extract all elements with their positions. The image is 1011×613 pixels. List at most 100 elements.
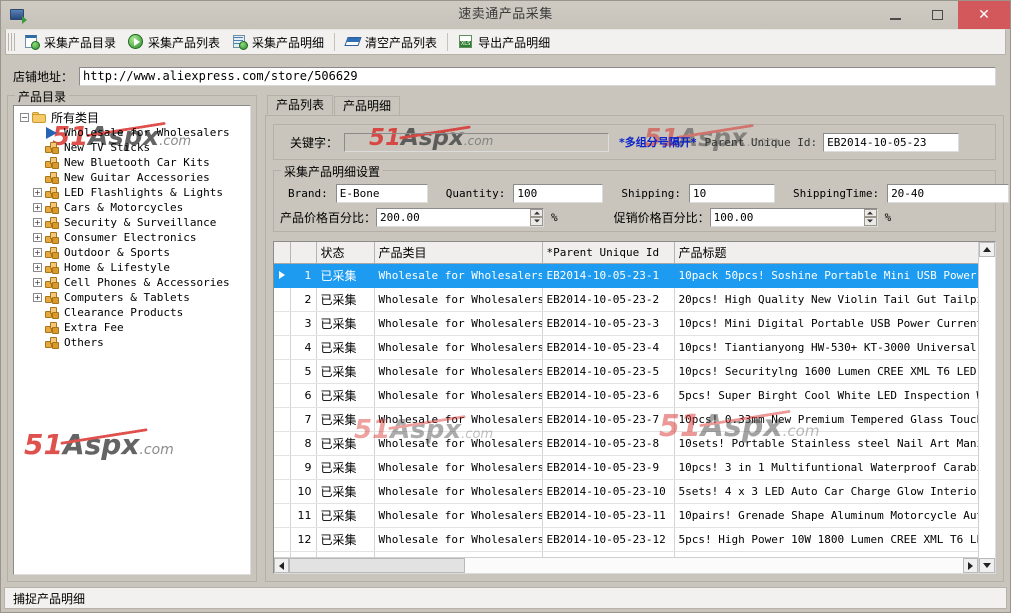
scroll-up-button[interactable] <box>979 242 995 257</box>
grid-horizontal-scrollbar[interactable] <box>274 557 978 573</box>
col-header-rownum[interactable] <box>290 242 316 264</box>
expander-toggle-icon[interactable]: + <box>33 188 42 197</box>
close-button[interactable]: ✕ <box>958 1 1010 29</box>
promo-percent-spin-buttons[interactable] <box>864 209 877 226</box>
clear-list-button[interactable]: 清空产品列表 <box>339 31 443 53</box>
tree-item-clearance-products[interactable]: Clearance Products <box>16 305 248 320</box>
tree-item-security-surveillance[interactable]: + Security & Surveillance <box>16 215 248 230</box>
store-url-input[interactable] <box>79 67 996 86</box>
cell-category: Wholesale for Wholesalers <box>374 288 542 312</box>
vertical-scroll-track[interactable] <box>979 257 995 558</box>
shipping-time-input[interactable] <box>887 184 1009 203</box>
minimize-button[interactable] <box>874 1 916 29</box>
scroll-down-button[interactable] <box>979 558 995 573</box>
cell-rownum: 13 <box>290 552 316 558</box>
table-row[interactable]: 7 已采集 Wholesale for Wholesalers EB2014-1… <box>274 408 978 432</box>
table-row[interactable]: 1 已采集 Wholesale for Wholesalers EB2014-1… <box>274 264 978 288</box>
maximize-button[interactable] <box>916 1 958 29</box>
main-content: 产品目录 51Aspx.com 51Aspx.com − 所有类目 <box>1 91 1010 583</box>
tree-item-new-tv-sticks[interactable]: New TV Sticks <box>16 140 248 155</box>
spin-up-icon[interactable] <box>530 209 543 218</box>
col-header-parent-unique-id[interactable]: *Parent Unique Id <box>542 242 674 264</box>
tree-item-consumer-electronics[interactable]: + Consumer Electronics <box>16 230 248 245</box>
collect-detail-button[interactable]: 采集产品明细 <box>226 31 330 53</box>
toolbar-grip[interactable] <box>8 33 15 51</box>
expander-toggle-icon[interactable]: + <box>33 248 42 257</box>
tree-item-label: New Bluetooth Car Kits <box>64 156 210 169</box>
table-row[interactable]: 6 已采集 Wholesale for Wholesalers EB2014-1… <box>274 384 978 408</box>
expander-toggle-icon[interactable]: + <box>33 233 42 242</box>
catalog-tree[interactable]: 51Aspx.com 51Aspx.com − 所有类目 <box>13 105 251 575</box>
cubes-icon <box>45 187 60 199</box>
keyword-input[interactable] <box>344 133 609 152</box>
expander-toggle-icon[interactable]: − <box>20 113 29 122</box>
tab-product-list[interactable]: 产品列表 <box>267 95 333 115</box>
tree-item-home-lifestyle[interactable]: + Home & Lifestyle <box>16 260 248 275</box>
tab-product-detail[interactable]: 产品明细 <box>334 96 400 115</box>
row-marker <box>274 288 290 312</box>
table-row[interactable]: 4 已采集 Wholesale for Wholesalers EB2014-1… <box>274 336 978 360</box>
table-row[interactable]: 12 已采集 Wholesale for Wholesalers EB2014-… <box>274 528 978 552</box>
table-row[interactable]: 3 已采集 Wholesale for Wholesalers EB2014-1… <box>274 312 978 336</box>
status-bar: 捕捉产品明细 <box>4 587 1007 609</box>
brand-input[interactable] <box>336 184 428 203</box>
cell-category: Wholesale for Wholesalers <box>374 264 542 288</box>
collect-catalog-label: 采集产品目录 <box>44 34 116 51</box>
promo-percent-stepper[interactable] <box>710 208 878 227</box>
spin-down-icon[interactable] <box>530 217 543 226</box>
export-detail-button[interactable]: 导出产品明细 <box>452 31 556 53</box>
spin-up-icon[interactable] <box>864 209 877 218</box>
table-row[interactable]: 5 已采集 Wholesale for Wholesalers EB2014-1… <box>274 360 978 384</box>
tree-item-wholesale-for-wholesalers[interactable]: Wholesale for Wholesalers <box>16 125 248 140</box>
horizontal-scroll-track[interactable] <box>465 558 963 573</box>
tree-item-label: Home & Lifestyle <box>64 261 170 274</box>
expander-toggle-icon[interactable]: + <box>33 278 42 287</box>
table-row[interactable]: 9 已采集 Wholesale for Wholesalers EB2014-1… <box>274 456 978 480</box>
scroll-left-button[interactable] <box>274 558 289 573</box>
product-catalog-title: 产品目录 <box>15 88 69 105</box>
cell-status: 已采集 <box>316 432 374 456</box>
col-header-title[interactable]: 产品标题 <box>674 242 978 264</box>
tree-item-outdoor-sports[interactable]: + Outdoor & Sports <box>16 245 248 260</box>
price-percent-input[interactable] <box>376 208 544 227</box>
cell-parent-unique-id: EB2014-10-05-23-13 <box>542 552 674 558</box>
tree-item-label: LED Flashlights & Lights <box>64 186 223 199</box>
tree-item-cell-phones-accessories[interactable]: + Cell Phones & Accessories <box>16 275 248 290</box>
expander-toggle-icon[interactable]: + <box>33 293 42 302</box>
tree-item-new-bluetooth-car-kits[interactable]: New Bluetooth Car Kits <box>16 155 248 170</box>
table-row[interactable]: 8 已采集 Wholesale for Wholesalers EB2014-1… <box>274 432 978 456</box>
table-row[interactable]: 13 已采集 Wholesale for Wholesalers EB2014-… <box>274 552 978 558</box>
price-percent-spin-buttons[interactable] <box>530 209 543 226</box>
tree-item-cars-motorcycles[interactable]: + Cars & Motorcycles <box>16 200 248 215</box>
tree-item-new-guitar-accessories[interactable]: New Guitar Accessories <box>16 170 248 185</box>
horizontal-scroll-thumb[interactable] <box>289 558 465 573</box>
tree-item-all-categories[interactable]: − 所有类目 <box>16 110 248 125</box>
col-header-status[interactable]: 状态 <box>316 242 374 264</box>
product-grid[interactable]: 51Aspx.com 51Aspx.com <box>273 241 996 574</box>
col-header-category[interactable]: 产品类目 <box>374 242 542 264</box>
scroll-right-button[interactable] <box>963 558 978 573</box>
tree-item-others[interactable]: Others <box>16 335 248 350</box>
col-header-marker[interactable] <box>274 242 290 264</box>
table-row[interactable]: 10 已采集 Wholesale for Wholesalers EB2014-… <box>274 480 978 504</box>
tree-item-led-flashlights-lights[interactable]: + LED Flashlights & Lights <box>16 185 248 200</box>
price-percent-stepper[interactable] <box>376 208 544 227</box>
expander-toggle-icon[interactable]: + <box>33 263 42 272</box>
parent-unique-id-input[interactable] <box>823 133 959 152</box>
collect-catalog-button[interactable]: 采集产品目录 <box>18 31 122 53</box>
collect-list-button[interactable]: 采集产品列表 <box>122 31 226 53</box>
table-row[interactable]: 11 已采集 Wholesale for Wholesalers EB2014-… <box>274 504 978 528</box>
shipping-time-label: ShippingTime: <box>793 187 879 200</box>
watermark-logo-tree-bottom: 51Aspx.com <box>24 431 174 464</box>
tree-item-extra-fee[interactable]: Extra Fee <box>16 320 248 335</box>
shipping-input[interactable] <box>689 184 775 203</box>
quantity-input[interactable] <box>513 184 603 203</box>
promo-percent-input[interactable] <box>710 208 878 227</box>
expander-toggle-icon[interactable]: + <box>33 203 42 212</box>
table-row[interactable]: 2 已采集 Wholesale for Wholesalers EB2014-1… <box>274 288 978 312</box>
expander-placeholder-icon <box>33 143 42 152</box>
spin-down-icon[interactable] <box>864 217 877 226</box>
tree-item-computers-tablets[interactable]: + Computers & Tablets <box>16 290 248 305</box>
grid-vertical-scrollbar[interactable] <box>978 242 995 573</box>
expander-toggle-icon[interactable]: + <box>33 218 42 227</box>
